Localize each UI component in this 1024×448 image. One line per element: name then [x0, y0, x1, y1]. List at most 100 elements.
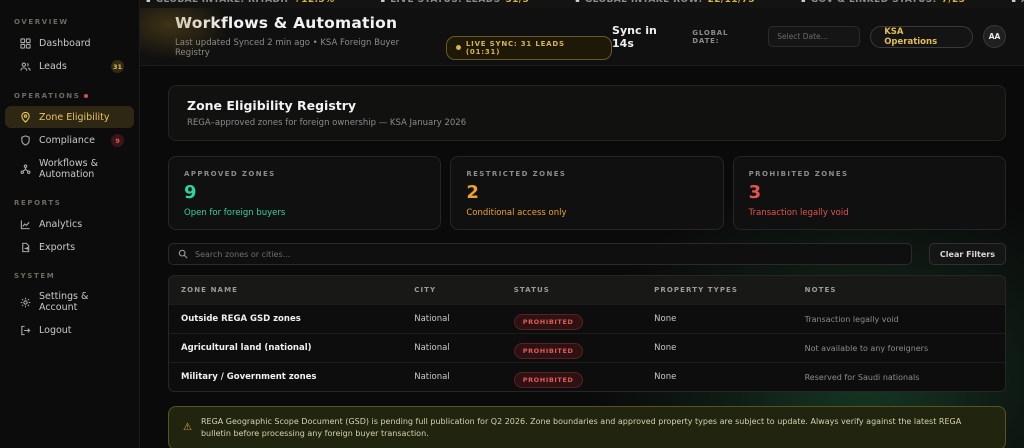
section-label-text: OPERATIONS — [14, 92, 81, 100]
cell-city: National — [414, 372, 450, 382]
sidebar-item-analytics[interactable]: Analytics — [5, 213, 134, 235]
sidebar-item-label: Zone Eligibility — [39, 111, 110, 123]
stat-caption: Conditional access only — [466, 208, 567, 218]
search-input[interactable] — [195, 249, 902, 259]
leads-count-badge: 31 — [110, 60, 124, 73]
table-row[interactable]: Agricultural land (national) National PR… — [169, 333, 1005, 362]
cell-zone-name: Agricultural land (national) — [181, 343, 312, 353]
sidebar-item-leads[interactable]: Leads 31 — [5, 55, 134, 78]
table-row[interactable]: Outside REGA GSD zones National PROHIBIT… — [169, 304, 1005, 333]
dashboard-icon — [19, 37, 31, 49]
header-left: Workflows & Automation Last updated Sync… — [175, 14, 613, 60]
sidebar-item-zone-eligibility[interactable]: Zone Eligibility — [5, 106, 134, 128]
cell-status: PROHIBITED — [502, 338, 642, 359]
cell-property-types: None — [654, 343, 677, 353]
sidebar-item-label: Dashboard — [39, 37, 91, 49]
status-badge: PROHIBITED — [513, 342, 583, 359]
main-area: ▪ GLOBAL INTAKE: RIYADH +12.5% ▪ LIVE STATU… — [140, 0, 1024, 448]
ticker-item: ▪ GLOBAL INTAKE: RIYADH +12.5% — [146, 0, 335, 5]
header-right: Sync in 14s GLOBAL DATE: KSA Operations … — [612, 24, 1006, 50]
stat-card-approved-zones: APPROVED ZONES 9 Open for foreign buyers — [168, 156, 442, 230]
registry-intro-card: Zone Eligibility Registry REGA–approved … — [168, 85, 1006, 141]
stat-caption: Transaction legally void — [748, 208, 849, 218]
ticker-item: ▪ GOV & LINKED STATUS: 7/25 — [801, 0, 965, 5]
registry-title: Zone Eligibility Registry — [187, 98, 357, 113]
last-updated-text: Last updated Synced 2 min ago • KSA Fore… — [175, 37, 400, 58]
sidebar-item-label: Compliance — [39, 135, 95, 146]
sidebar-item-dashboard[interactable]: Dashboard — [5, 32, 134, 54]
sidebar: OVERVIEW Dashboard Leads 31 OPERATIONS Z… — [0, 0, 140, 448]
map-pin-icon — [19, 111, 31, 123]
section-label-reports: REPORTS — [0, 191, 139, 212]
stat-caption: Open for foreign buyers — [184, 208, 286, 218]
section-label-overview: OVERVIEW — [0, 10, 139, 31]
alert-dot-icon — [84, 94, 89, 98]
stat-value: 9 — [184, 182, 197, 203]
sidebar-section-operations: OPERATIONS Zone Eligibility Compliance 9 — [0, 84, 139, 185]
column-header-notes: NOTES — [804, 286, 837, 294]
org-selector-pill[interactable]: KSA Operations — [870, 25, 974, 48]
live-sync-badge: LIVE SYNC: 31 LEADS (01:31) — [445, 35, 613, 60]
ticker-row: ▪ GLOBAL INTAKE: RIYADH +12.5% ▪ LIVE STATU… — [140, 0, 1024, 5]
compliance-count-badge: 9 — [111, 134, 124, 147]
status-badge: PROHIBITED — [513, 371, 583, 388]
sidebar-item-logout[interactable]: Logout — [5, 319, 134, 341]
section-label-text: OVERVIEW — [14, 18, 69, 26]
sidebar-item-compliance[interactable]: Compliance 9 — [5, 129, 134, 152]
export-file-icon — [19, 241, 31, 253]
zones-table: ZONE NAME CITY STATUS PROPERTY TYPES NOT… — [168, 275, 1006, 392]
column-header-status: STATUS — [513, 286, 550, 294]
top-ticker-bar: ▪ GLOBAL INTAKE: RIYADH +12.5% ▪ LIVE STATU… — [140, 0, 1024, 8]
live-dot-icon — [455, 45, 461, 50]
warning-triangle-icon: ⚠ — [183, 422, 192, 433]
sidebar-item-label: Leads — [39, 61, 67, 72]
stat-label: RESTRICTED ZONES — [466, 170, 567, 178]
sidebar-section-reports: REPORTS Analytics Exports — [0, 191, 139, 258]
live-sync-text: LIVE SYNC: 31 LEADS (01:31) — [465, 39, 565, 56]
cell-notes: Reserved for Saudi nationals — [804, 372, 920, 382]
sidebar-section-overview: OVERVIEW Dashboard Leads 31 — [0, 10, 139, 78]
table-row[interactable]: Military / Government zones National PRO… — [169, 362, 1005, 391]
cell-zone-name: Military / Government zones — [181, 372, 317, 382]
ticker-value: 22/11/75 — [707, 0, 755, 5]
sidebar-item-label: Logout — [39, 324, 72, 336]
ticker-text: GLOBAL INTAKE ROW: — [584, 0, 703, 5]
cell-status: PROHIBITED — [502, 309, 642, 330]
page-header: Workflows & Automation Last updated Sync… — [140, 8, 1024, 66]
avatar[interactable]: AA — [983, 25, 1006, 48]
cell-city: National — [414, 343, 450, 353]
section-label-operations: OPERATIONS — [0, 84, 139, 105]
stats-row: APPROVED ZONES 9 Open for foreign buyers… — [168, 156, 1006, 230]
sidebar-item-workflows-automation[interactable]: Workflows & Automation — [5, 153, 134, 185]
sidebar-item-label: Workflows & Automation — [39, 158, 98, 180]
date-picker-input[interactable] — [768, 26, 861, 47]
stat-card-restricted-zones: RESTRICTED ZONES 2 Conditional access on… — [450, 156, 724, 230]
chart-line-icon — [19, 218, 31, 230]
sidebar-item-exports[interactable]: Exports — [5, 236, 134, 258]
sidebar-item-settings-account[interactable]: Settings & Account — [5, 286, 134, 318]
clear-filters-button[interactable]: Clear Filters — [928, 243, 1006, 265]
status-badge: PROHIBITED — [513, 313, 583, 330]
header-subrow: Last updated Synced 2 min ago • KSA Fore… — [175, 35, 613, 60]
cell-property-types: None — [654, 372, 677, 382]
app-window: OVERVIEW Dashboard Leads 31 OPERATIONS Z… — [0, 0, 1024, 448]
registry-subtitle: REGA–approved zones for foreign ownershi… — [187, 118, 467, 128]
page-content: Zone Eligibility Registry REGA–approved … — [140, 85, 1024, 448]
shield-icon — [19, 135, 31, 147]
sidebar-section-system: SYSTEM Settings & Account Logout — [0, 264, 139, 341]
global-date-label: GLOBAL DATE: — [692, 28, 729, 45]
search-box[interactable] — [168, 243, 912, 265]
section-label-system: SYSTEM — [0, 264, 139, 285]
cell-notes: Transaction legally void — [804, 314, 899, 324]
section-label-text: REPORTS — [14, 199, 62, 207]
ticker-text: GLOBAL INTAKE: RIYADH — [155, 0, 289, 5]
sidebar-item-label: Exports — [39, 241, 76, 253]
users-icon — [19, 61, 31, 73]
section-label-text: SYSTEM — [14, 272, 56, 280]
cell-city: National — [414, 314, 450, 324]
stat-label: PROHIBITED ZONES — [748, 170, 849, 178]
rega-warning-banner: ⚠ REGA Geographic Scope Document (GSD) i… — [168, 406, 1006, 448]
table-header-row: ZONE NAME CITY STATUS PROPERTY TYPES NOT… — [169, 276, 1005, 304]
ticker-item: ▪ GLOBAL INTAKE ROW: 22/11/75 — [575, 0, 755, 5]
cell-notes: Not available to any foreigners — [804, 343, 929, 353]
